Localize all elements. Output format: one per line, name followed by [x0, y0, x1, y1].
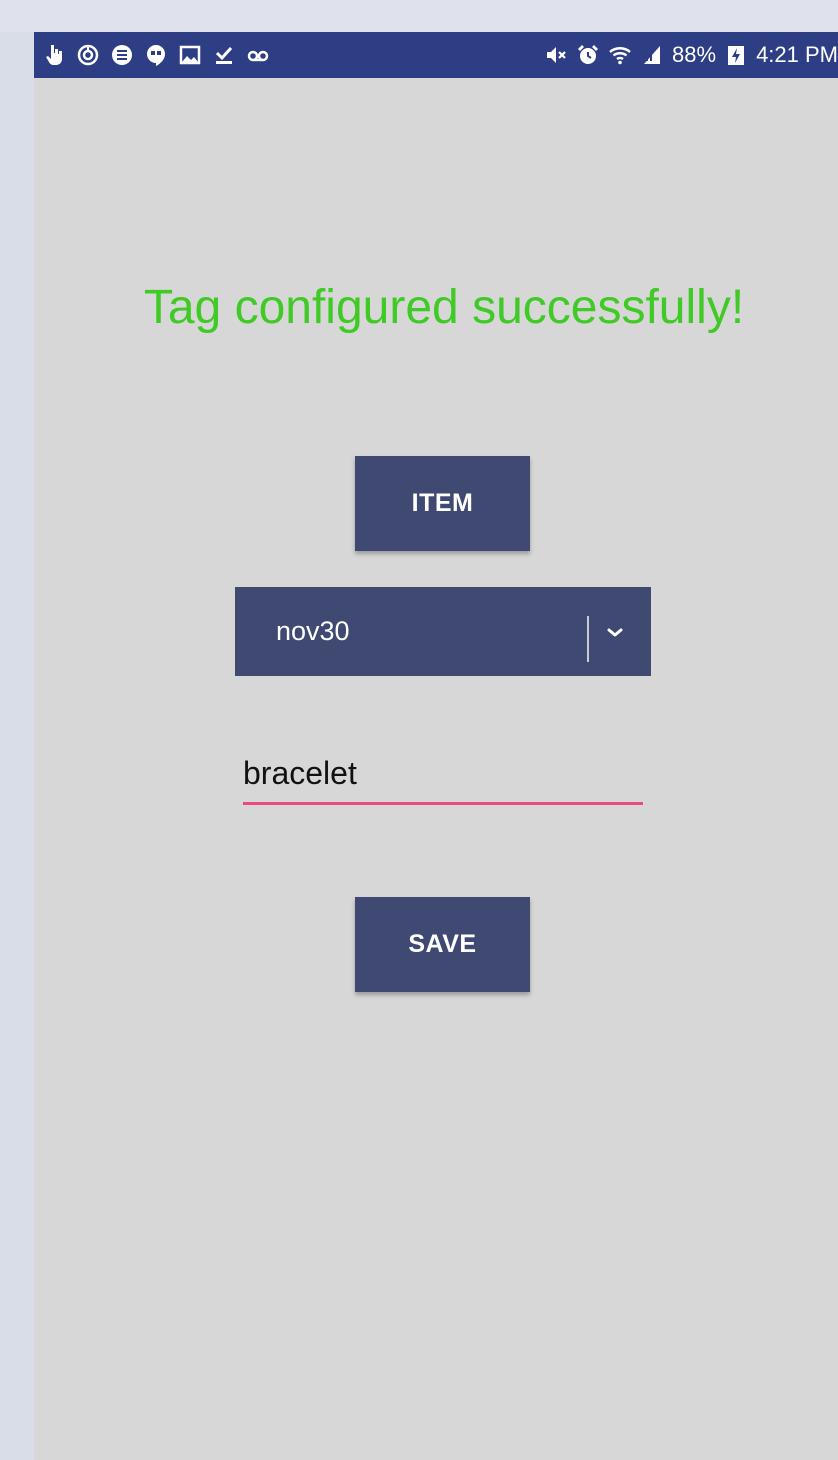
signal-icon — [640, 43, 664, 67]
voicemail-icon — [246, 43, 270, 67]
hangouts-icon — [144, 43, 168, 67]
status-bar: 88% 4:21 PM — [34, 32, 838, 78]
circle-sync-icon — [76, 43, 100, 67]
clock: 4:21 PM — [756, 42, 838, 67]
download-done-icon — [212, 43, 236, 67]
dropdown-divider — [587, 616, 589, 662]
dropdown-selected-value: nov30 — [276, 616, 350, 646]
dropdown-spinner[interactable]: nov30 — [235, 587, 651, 676]
wifi-icon — [608, 43, 632, 67]
item-button[interactable]: ITEM — [355, 456, 530, 551]
save-button[interactable]: SAVE — [355, 897, 530, 992]
battery-percent: 88% — [672, 42, 717, 67]
status-bar-notifications — [42, 32, 270, 78]
phone-screen: 88% 4:21 PM Tag configured successfully!… — [34, 32, 838, 1460]
success-message: Tag configured successfully! — [143, 281, 745, 334]
mute-icon — [544, 43, 568, 67]
battery-charging-icon — [724, 43, 748, 67]
chevron-down-icon — [601, 619, 629, 647]
status-bar-system: 88% 4:21 PM — [544, 32, 838, 78]
sim-card-icon — [110, 43, 134, 67]
touch-hand-icon — [42, 43, 66, 67]
image-icon — [178, 43, 202, 67]
item-name-input[interactable] — [243, 744, 643, 805]
alarm-icon — [576, 43, 600, 67]
top-strip — [0, 0, 838, 32]
